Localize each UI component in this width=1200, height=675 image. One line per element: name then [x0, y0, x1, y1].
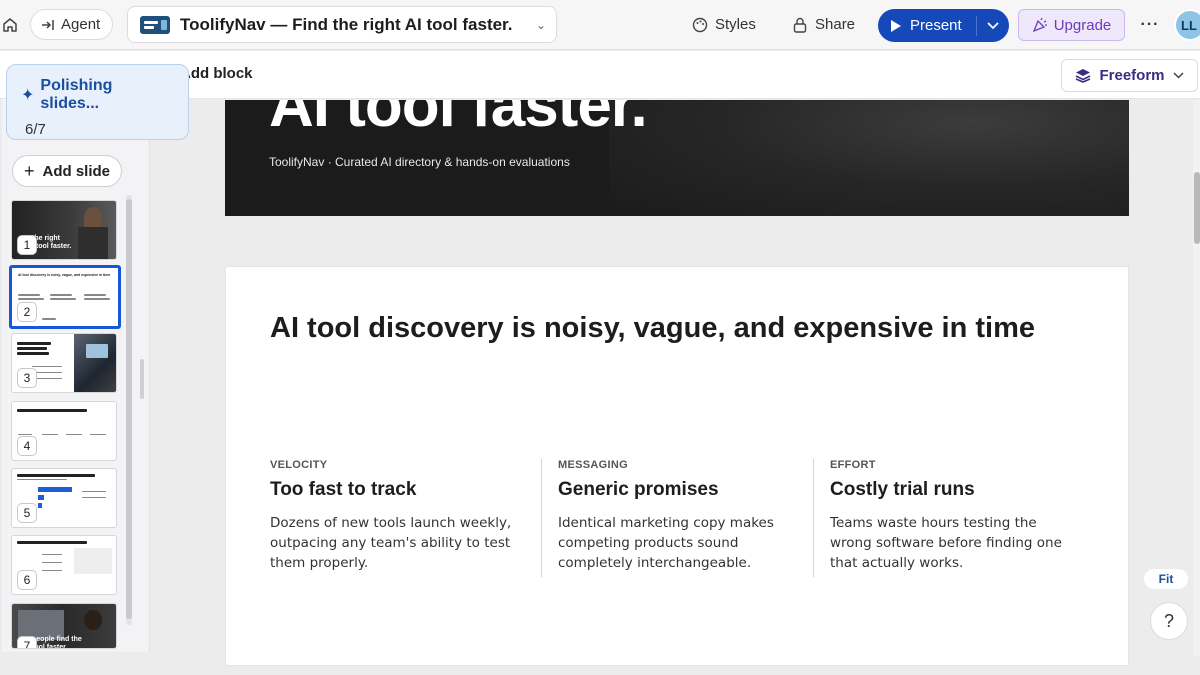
column-label: VELOCITY: [270, 459, 328, 471]
party-popper-icon: [1032, 17, 1047, 33]
slide-thumbnail-2[interactable]: AI tool discovery is noisy, vague, and e…: [9, 265, 121, 329]
home-button[interactable]: [0, 10, 20, 40]
help-button[interactable]: ?: [1150, 602, 1188, 640]
toast-title: Polishing slides...: [40, 77, 113, 112]
canvas-scrollbar-thumb[interactable]: [1194, 172, 1200, 244]
styles-button[interactable]: Styles: [692, 12, 756, 37]
slide-2-title[interactable]: AI tool discovery is noisy, vague, and e…: [270, 312, 1035, 345]
column-heading: Too fast to track: [270, 479, 417, 500]
slide-thumbnail-5[interactable]: 5: [11, 468, 117, 528]
slide-number: 2: [17, 302, 37, 322]
column-messaging[interactable]: MESSAGING Generic promises Identical mar…: [558, 459, 798, 573]
palette-icon: [692, 17, 708, 32]
column-effort[interactable]: EFFORT Costly trial runs Teams waste hou…: [830, 459, 1080, 573]
column-heading: Costly trial runs: [830, 479, 975, 500]
slide-thumbnail-6[interactable]: 6: [11, 535, 117, 595]
freeform-label: Freeform: [1099, 67, 1165, 84]
slide-1-title[interactable]: AI tool faster.: [269, 100, 648, 141]
slide-1-subtitle[interactable]: ToolifyNav · Curated AI directory & hand…: [269, 155, 570, 169]
present-dropdown[interactable]: [977, 9, 1009, 42]
polishing-progress-toast: ✦ Polishing slides... 6/7: [6, 64, 189, 140]
presentation-icon: [140, 15, 170, 34]
slide-1-background-photo: [609, 100, 1129, 216]
thumbnail-title: AI tool discovery is noisy, vague, and e…: [18, 273, 111, 277]
chevron-down-icon: [1172, 72, 1184, 79]
document-title-selector[interactable]: ToolifyNav — Find the right AI tool fast…: [127, 6, 557, 43]
column-velocity[interactable]: VELOCITY Too fast to track Dozens of new…: [270, 459, 530, 573]
avatar[interactable]: LL: [1174, 9, 1200, 41]
freeform-layout-button[interactable]: Freeform: [1061, 59, 1198, 92]
slide-thumbnail-7[interactable]: people find the tool faster 7: [11, 603, 117, 649]
slide-thumbnail-3[interactable]: 3: [11, 333, 117, 393]
styles-label: Styles: [715, 16, 756, 33]
fit-zoom-button[interactable]: Fit: [1144, 569, 1188, 589]
toast-progress: 6/7: [25, 121, 46, 138]
slide-number: 3: [17, 368, 37, 388]
slide-number: 7: [17, 636, 37, 648]
home-icon: [3, 18, 17, 32]
share-button[interactable]: Share: [793, 12, 855, 37]
sparkle-icon: ✦: [21, 87, 35, 104]
agent-arrow-icon: [42, 19, 54, 30]
add-slide-label: Add slide: [42, 162, 111, 180]
column-label: MESSAGING: [558, 459, 628, 471]
present-main-action[interactable]: Present: [878, 9, 976, 42]
slide-number: 6: [17, 570, 37, 590]
chevron-down-icon: [987, 21, 999, 29]
thumbnail-title: the right l tool faster.: [32, 235, 72, 250]
slide-1[interactable]: AI tool faster. ToolifyNav · Curated AI …: [225, 100, 1129, 216]
thumbnail-title: people find the tool faster: [32, 636, 82, 649]
share-label: Share: [815, 16, 856, 33]
add-slide-button[interactable]: + Add slide: [12, 155, 122, 187]
slide-sidebar: + Add slide the right l tool faster. 1 A…: [2, 99, 150, 652]
column-body: Identical marketing copy makes competing…: [558, 515, 774, 571]
more-options-button[interactable]: ···: [1139, 12, 1161, 37]
slide-2[interactable]: AI tool discovery is noisy, vague, and e…: [225, 266, 1129, 666]
column-body: Teams waste hours testing the wrong soft…: [830, 515, 1062, 571]
slide-thumbnail-1[interactable]: the right l tool faster. 1: [11, 200, 117, 260]
column-divider: [813, 459, 814, 577]
column-label: EFFORT: [830, 459, 876, 471]
upgrade-label: Upgrade: [1053, 16, 1112, 34]
slide-canvas: AI tool faster. ToolifyNav · Curated AI …: [150, 100, 1194, 675]
agent-label: Agent: [61, 16, 101, 33]
upgrade-button[interactable]: Upgrade: [1018, 9, 1125, 41]
slide-number: 5: [17, 503, 37, 523]
column-body: Dozens of new tools launch weekly, outpa…: [270, 515, 512, 571]
lock-icon: [793, 17, 807, 33]
layers-icon: [1076, 69, 1091, 83]
slide-number: 1: [17, 235, 37, 255]
agent-button[interactable]: Agent: [30, 9, 114, 40]
document-title: ToolifyNav — Find the right AI tool fast…: [180, 14, 513, 34]
slide-number: 4: [17, 436, 37, 456]
present-button[interactable]: Present: [878, 9, 1009, 42]
present-label: Present: [910, 17, 962, 34]
add-block-button[interactable]: Add block: [180, 65, 253, 82]
column-divider: [541, 459, 542, 577]
plus-icon: +: [23, 160, 35, 181]
slide-thumbnail-4[interactable]: 4: [11, 401, 117, 461]
top-bar: Agent ToolifyNav — Find the right AI too…: [0, 0, 1200, 50]
column-heading: Generic promises: [558, 479, 719, 500]
play-icon: [891, 19, 901, 32]
add-block-label: Add block: [180, 65, 253, 82]
sidebar-resize-handle[interactable]: [140, 359, 144, 399]
chevron-down-icon: ⌄: [535, 17, 546, 32]
sidebar-scrollbar-thumb[interactable]: [126, 199, 132, 619]
